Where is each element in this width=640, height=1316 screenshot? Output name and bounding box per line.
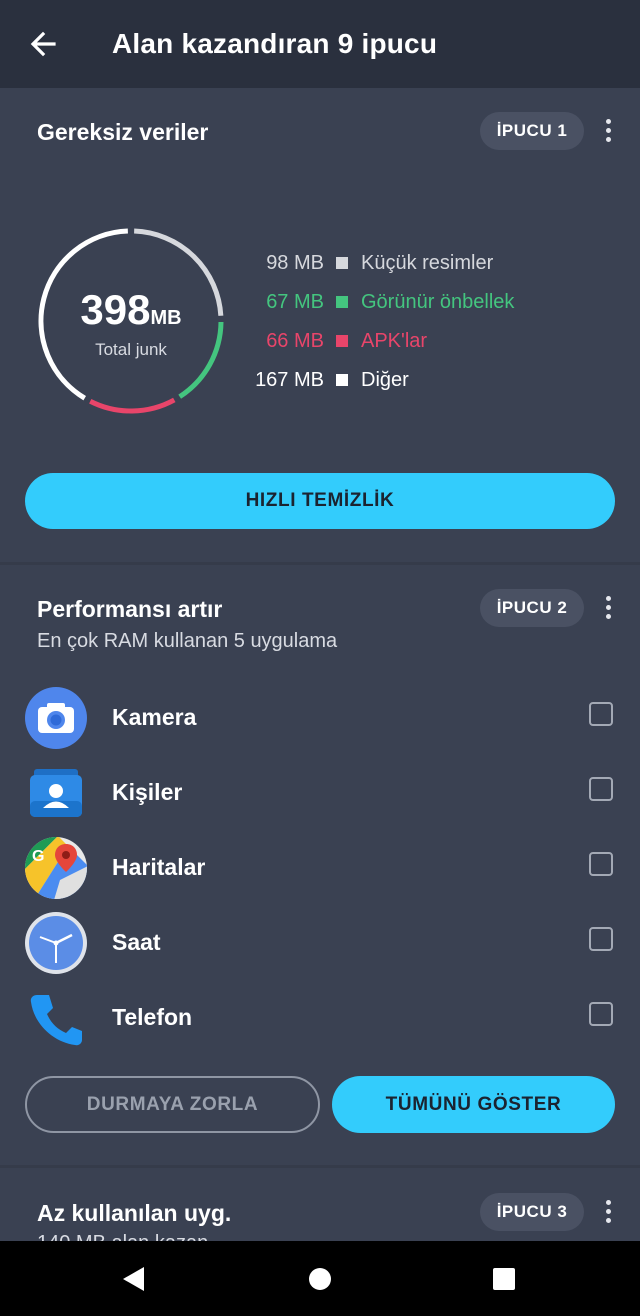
app-checkbox[interactable] bbox=[589, 852, 613, 876]
app-name: Saat bbox=[112, 929, 161, 955]
back-button[interactable] bbox=[24, 26, 64, 62]
contacts-app-icon bbox=[30, 769, 82, 817]
app-name: Kamera bbox=[112, 704, 197, 730]
app-row-telefon[interactable]: Telefon bbox=[0, 982, 640, 1052]
app-name: Telefon bbox=[112, 1004, 193, 1030]
unused-apps-card: Az kullanılan uyg. 140 MB alan kazan İPU… bbox=[0, 1168, 640, 1254]
page-title: Alan kazandıran 9 ipucu bbox=[112, 28, 438, 59]
svg-text:G: G bbox=[32, 848, 44, 865]
legend-label: Diğer bbox=[361, 369, 409, 391]
camera-app-icon bbox=[25, 687, 87, 749]
legend-row: 66 MB APK'lar bbox=[200, 326, 620, 356]
more-options-button[interactable] bbox=[596, 1196, 620, 1230]
nav-back-button[interactable] bbox=[114, 1259, 154, 1299]
nav-recents-button[interactable] bbox=[484, 1259, 524, 1299]
legend-size: 67 MB bbox=[266, 291, 324, 313]
maps-app-icon: G bbox=[25, 837, 87, 899]
legend-row: 167 MB Diğer bbox=[200, 365, 620, 395]
legend-size: 66 MB bbox=[266, 330, 324, 352]
clock-app-icon bbox=[25, 912, 87, 974]
more-vert-icon bbox=[596, 596, 620, 619]
junk-card: Gereksiz veriler İPUCU 1 398MB Total jun… bbox=[0, 88, 640, 562]
nav-recents-icon bbox=[493, 1268, 515, 1290]
tip-badge[interactable]: İPUCU 3 bbox=[480, 1193, 584, 1231]
legend-row: 98 MB Küçük resimler bbox=[200, 248, 620, 278]
more-options-button[interactable] bbox=[596, 592, 620, 626]
legend-size: 98 MB bbox=[266, 252, 324, 274]
junk-card-title: Gereksiz veriler bbox=[37, 119, 209, 145]
app-checkbox[interactable] bbox=[589, 927, 613, 951]
unused-card-title: Az kullanılan uyg. bbox=[37, 1200, 232, 1226]
app-checkbox[interactable] bbox=[589, 1002, 613, 1026]
legend-label: APK'lar bbox=[361, 330, 428, 352]
legend-swatch bbox=[336, 296, 348, 308]
nav-back-icon bbox=[123, 1267, 144, 1291]
nav-home-icon bbox=[309, 1268, 331, 1290]
donut-segment bbox=[89, 397, 176, 414]
system-nav-bar bbox=[0, 1241, 640, 1316]
legend-label: Küçük resimler bbox=[361, 252, 494, 274]
app-row-haritalar[interactable]: G Haritalar bbox=[0, 832, 640, 902]
legend-row: 67 MB Görünür önbellek bbox=[200, 287, 620, 317]
legend-swatch bbox=[336, 257, 348, 269]
app-checkbox[interactable] bbox=[589, 702, 613, 726]
total-junk-number: 398 bbox=[80, 286, 151, 333]
app-bar: Alan kazandıran 9 ipucu bbox=[0, 0, 640, 88]
force-stop-button[interactable]: DURMAYA ZORLA bbox=[25, 1076, 320, 1133]
performance-card: Performansı artır En çok RAM kullanan 5 … bbox=[0, 565, 640, 1165]
total-junk-unit: MB bbox=[150, 307, 182, 329]
total-junk-label: Total junk bbox=[95, 340, 167, 359]
app-checkbox[interactable] bbox=[589, 777, 613, 801]
performance-card-title: Performansı artır bbox=[37, 596, 223, 622]
legend-swatch bbox=[336, 335, 348, 347]
more-vert-icon bbox=[596, 1200, 620, 1223]
app-row-kamera[interactable]: Kamera bbox=[0, 682, 640, 752]
phone-app-icon bbox=[30, 995, 83, 1046]
arrow-left-icon bbox=[30, 31, 56, 57]
app-name: Kişiler bbox=[112, 779, 183, 805]
total-junk-value: 398MB bbox=[34, 286, 228, 334]
more-options-button[interactable] bbox=[596, 115, 620, 149]
app-row-saat[interactable]: Saat bbox=[0, 907, 640, 977]
app-row-kisiler[interactable]: Kişiler bbox=[0, 757, 640, 827]
show-all-button[interactable]: TÜMÜNÜ GÖSTER bbox=[332, 1076, 615, 1133]
legend-swatch bbox=[336, 374, 348, 386]
app-name: Haritalar bbox=[112, 854, 206, 880]
performance-card-subtitle: En çok RAM kullanan 5 uygulama bbox=[37, 630, 338, 652]
legend-label: Görünür önbellek bbox=[361, 291, 515, 313]
tip-badge[interactable]: İPUCU 2 bbox=[480, 589, 584, 627]
legend-size: 167 MB bbox=[255, 369, 324, 391]
tip-badge[interactable]: İPUCU 1 bbox=[480, 112, 584, 150]
more-vert-icon bbox=[596, 119, 620, 142]
quick-clean-button[interactable]: HIZLI TEMİZLİK bbox=[25, 473, 615, 529]
nav-home-button[interactable] bbox=[300, 1259, 340, 1299]
